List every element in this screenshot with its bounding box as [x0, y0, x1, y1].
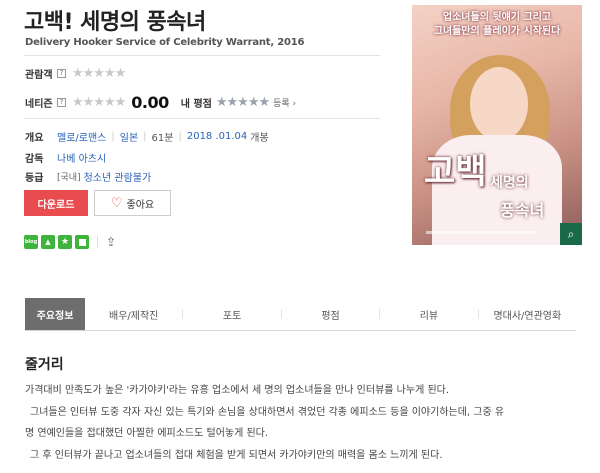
netizen-score: 0.00: [131, 93, 169, 112]
overview-label: 개요: [25, 133, 44, 144]
audience-rating-row: 관람객 ? ★★★★★: [25, 66, 126, 81]
grade-label: 등급: [25, 173, 44, 184]
my-rating-label: 내 평점: [180, 99, 212, 110]
synopsis-line: 가격대비 만족도가 높은 '카가야키'라는 유흥 업소에서 세 명의 업소녀들을…: [25, 385, 450, 396]
help-icon[interactable]: ?: [57, 98, 66, 107]
separator: |: [178, 131, 182, 142]
movie-title: 고백! 세명의 풍속녀: [24, 10, 206, 35]
bookmark-star-icon[interactable]: ★: [58, 235, 72, 249]
tab-bar: 주요정보 배우/제작진 포토 평점 리뷰 명대사/연관영화: [25, 298, 576, 331]
help-icon[interactable]: ?: [57, 69, 66, 78]
poster-title-small: 세명의: [490, 175, 529, 191]
poster-figure: [470, 67, 528, 141]
director-label: 감독: [25, 154, 44, 165]
cafe-share-icon[interactable]: ▲: [41, 235, 55, 249]
tab-cast[interactable]: 배우/제작진: [85, 298, 182, 330]
tab-rating[interactable]: 평점: [282, 298, 379, 330]
like-label: 좋아요: [126, 199, 155, 211]
country-link[interactable]: 일본: [120, 129, 138, 144]
poster-tagline-line: 그녀들만의 플레이가 시작된다: [433, 26, 561, 37]
zoom-icon[interactable]: ⌕: [560, 223, 582, 245]
me2-share-icon[interactable]: [75, 235, 89, 249]
audience-stars: ★★★★★: [72, 66, 126, 81]
synopsis-body: 가격대비 만족도가 높은 '카가야키'라는 유흥 업소에서 세 명의 업소녀들을…: [25, 380, 585, 466]
movie-poster[interactable]: 업소녀들의 뒷얘기 그리고 그녀들만의 플레이가 시작된다 고백 세명의 풍속녀…: [412, 5, 582, 245]
release-date-link[interactable]: 2018 .01.04: [187, 131, 247, 142]
download-button[interactable]: 다운로드: [24, 190, 88, 216]
grade-link[interactable]: 청소년 관람불가: [84, 169, 152, 184]
release-suffix: 개봉: [250, 133, 269, 144]
netizen-label: 네티즌: [25, 99, 53, 110]
register-rating-link[interactable]: 등록 ›: [273, 96, 296, 109]
blog-share-icon[interactable]: blog: [24, 235, 38, 249]
my-rating-stars[interactable]: ★★★★★: [216, 95, 270, 110]
divider: [97, 236, 98, 248]
netizen-rating-row: 네티즌 ? ★★★★★ 0.00 내 평점 ★★★★★ 등록 ›: [25, 93, 296, 112]
synopsis-line: 명 연예인들을 접대했던 아찔한 에피소드도 털어놓게 된다.: [25, 428, 269, 439]
like-button[interactable]: ♡ 좋아요: [94, 190, 171, 216]
genre-link[interactable]: 멜로/로맨스: [57, 129, 106, 144]
runtime: 61분: [151, 133, 174, 144]
divider: [24, 55, 380, 56]
movie-subtitle: Delivery Hooker Service of Celebrity War…: [25, 37, 305, 48]
tab-main-info[interactable]: 주요정보: [25, 298, 85, 330]
director-link[interactable]: 나베 아츠시: [57, 150, 106, 165]
tab-photo[interactable]: 포토: [183, 298, 280, 330]
grade-region: [국내]: [57, 173, 81, 183]
poster-tagline: 업소녀들의 뒷얘기 그리고 그녀들만의 플레이가 시작된다: [412, 11, 582, 39]
synopsis-title: 줄거리: [25, 357, 64, 373]
tab-review[interactable]: 리뷰: [380, 298, 477, 330]
separator: |: [111, 131, 115, 142]
heart-icon: ♡: [110, 195, 123, 210]
grade-row: 등급 [국내] 청소년 관람불가: [25, 169, 151, 184]
overview-row: 개요 멜로/로맨스 | 일본 | 61분 | 2018 .01.04 개봉: [25, 129, 269, 144]
separator: |: [143, 131, 147, 142]
poster-credits: [426, 231, 536, 234]
share-icon[interactable]: ⇪: [106, 235, 116, 249]
share-bar: blog ▲ ★ ⇪: [24, 235, 116, 249]
director-row: 감독 나베 아츠시: [25, 150, 106, 165]
divider: [24, 118, 380, 119]
audience-label: 관람객: [25, 70, 53, 81]
poster-title: 고백: [424, 152, 487, 192]
synopsis-line: 그 후 인터뷰가 끝나고 업소녀들의 접대 체험을 받게 되면서 카가야키만의 …: [30, 449, 443, 461]
tab-quotes-related[interactable]: 명대사/연관영화: [479, 298, 576, 330]
poster-tagline-line: 업소녀들의 뒷얘기 그리고: [442, 12, 552, 23]
synopsis-line: 그녀들은 인터뷰 도중 각자 자신 있는 특기와 손님을 상대하면서 겪었던 각…: [30, 406, 505, 418]
netizen-stars: ★★★★★: [72, 95, 126, 110]
poster-title-small: 풍속녀: [500, 201, 545, 220]
